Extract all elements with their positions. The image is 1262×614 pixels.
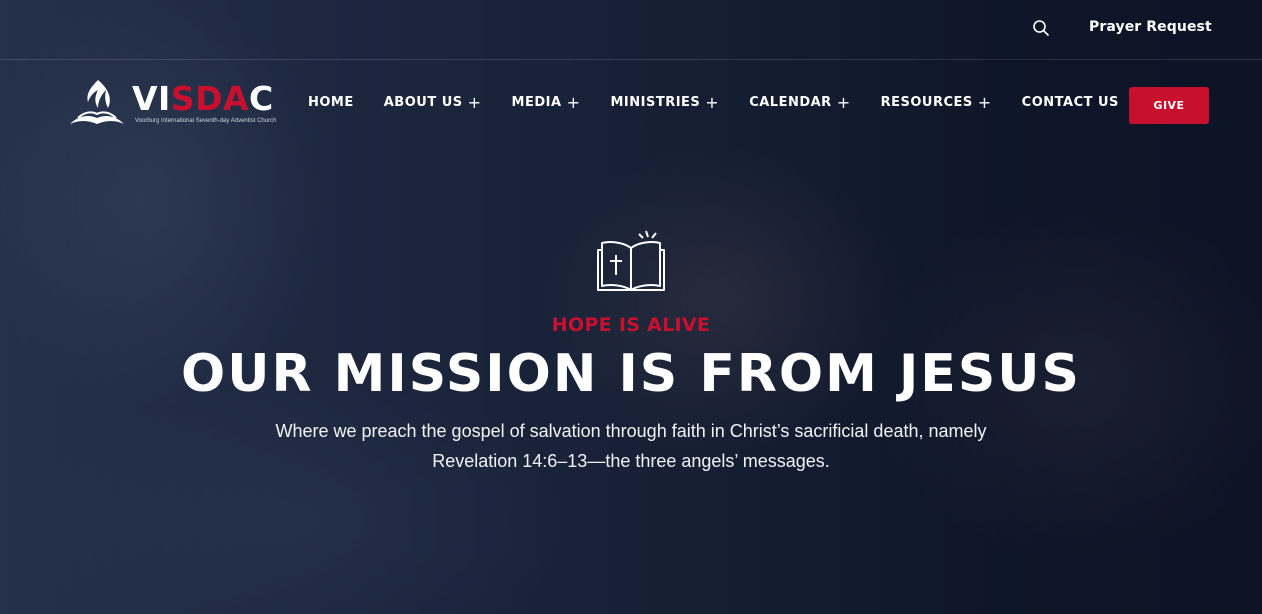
nav-item-media[interactable]: MEDIA + bbox=[511, 92, 581, 112]
nav-item-about-us[interactable]: ABOUT US + bbox=[383, 92, 482, 112]
logo-text-part: C bbox=[249, 79, 274, 118]
nav-item-label: HOME bbox=[308, 95, 354, 110]
nav-item-label: ABOUT US bbox=[383, 95, 463, 110]
nav-item-label: MEDIA bbox=[511, 95, 562, 110]
nav-item-ministries[interactable]: MINISTRIES + bbox=[610, 92, 720, 112]
nav-item-resources[interactable]: RESOURCES + bbox=[880, 92, 992, 112]
logo-wordmark: VISDAC bbox=[132, 80, 274, 118]
hero-description-line: Revelation 14:6–13—the three angels’ mes… bbox=[432, 451, 830, 471]
search-icon[interactable] bbox=[1032, 19, 1050, 37]
open-bible-cross-icon bbox=[597, 230, 665, 291]
nav-item-calendar[interactable]: CALENDAR + bbox=[749, 92, 851, 112]
logo-tagline: Voorburg International Seventh-day Adven… bbox=[135, 118, 277, 124]
plus-icon: + bbox=[705, 92, 720, 112]
nav-item-label: MINISTRIES bbox=[610, 95, 701, 110]
hero-description: Where we preach the gospel of salvation … bbox=[231, 416, 1031, 476]
logo-text-part: VI bbox=[132, 79, 171, 118]
site-logo[interactable]: VISDAC Voorburg International Seventh-da… bbox=[68, 78, 288, 130]
nav-item-home[interactable]: HOME bbox=[308, 95, 354, 110]
hero-section: HOPE IS ALIVE OUR MISSION IS FROM JESUS … bbox=[0, 228, 1262, 476]
hero-description-line: Where we preach the gospel of salvation … bbox=[275, 421, 987, 441]
nav-menu: HOME ABOUT US + MEDIA + MINISTRIES + CALEND… bbox=[308, 92, 1119, 112]
nav-item-label: CALENDAR bbox=[749, 95, 832, 110]
nav-item-label: CONTACT US bbox=[1021, 95, 1119, 110]
prayer-request-link[interactable]: Prayer Request bbox=[1089, 19, 1212, 35]
adventist-flame-book-icon bbox=[70, 80, 124, 124]
plus-icon: + bbox=[836, 92, 851, 112]
nav-item-contact-us[interactable]: CONTACT US bbox=[1022, 95, 1119, 110]
plus-icon: + bbox=[467, 92, 482, 112]
hero-kicker: HOPE IS ALIVE bbox=[551, 314, 711, 336]
plus-icon: + bbox=[566, 92, 581, 112]
plus-icon: + bbox=[977, 92, 992, 112]
hero-title: OUR MISSION IS FROM JESUS bbox=[181, 344, 1081, 404]
main-navbar: VISDAC Voorburg International Seventh-da… bbox=[0, 60, 1262, 150]
nav-item-label: RESOURCES bbox=[880, 95, 973, 110]
top-bar: Prayer Request bbox=[0, 0, 1262, 60]
give-button[interactable]: GIVE bbox=[1129, 87, 1209, 124]
logo-text-part: SDA bbox=[170, 79, 250, 118]
